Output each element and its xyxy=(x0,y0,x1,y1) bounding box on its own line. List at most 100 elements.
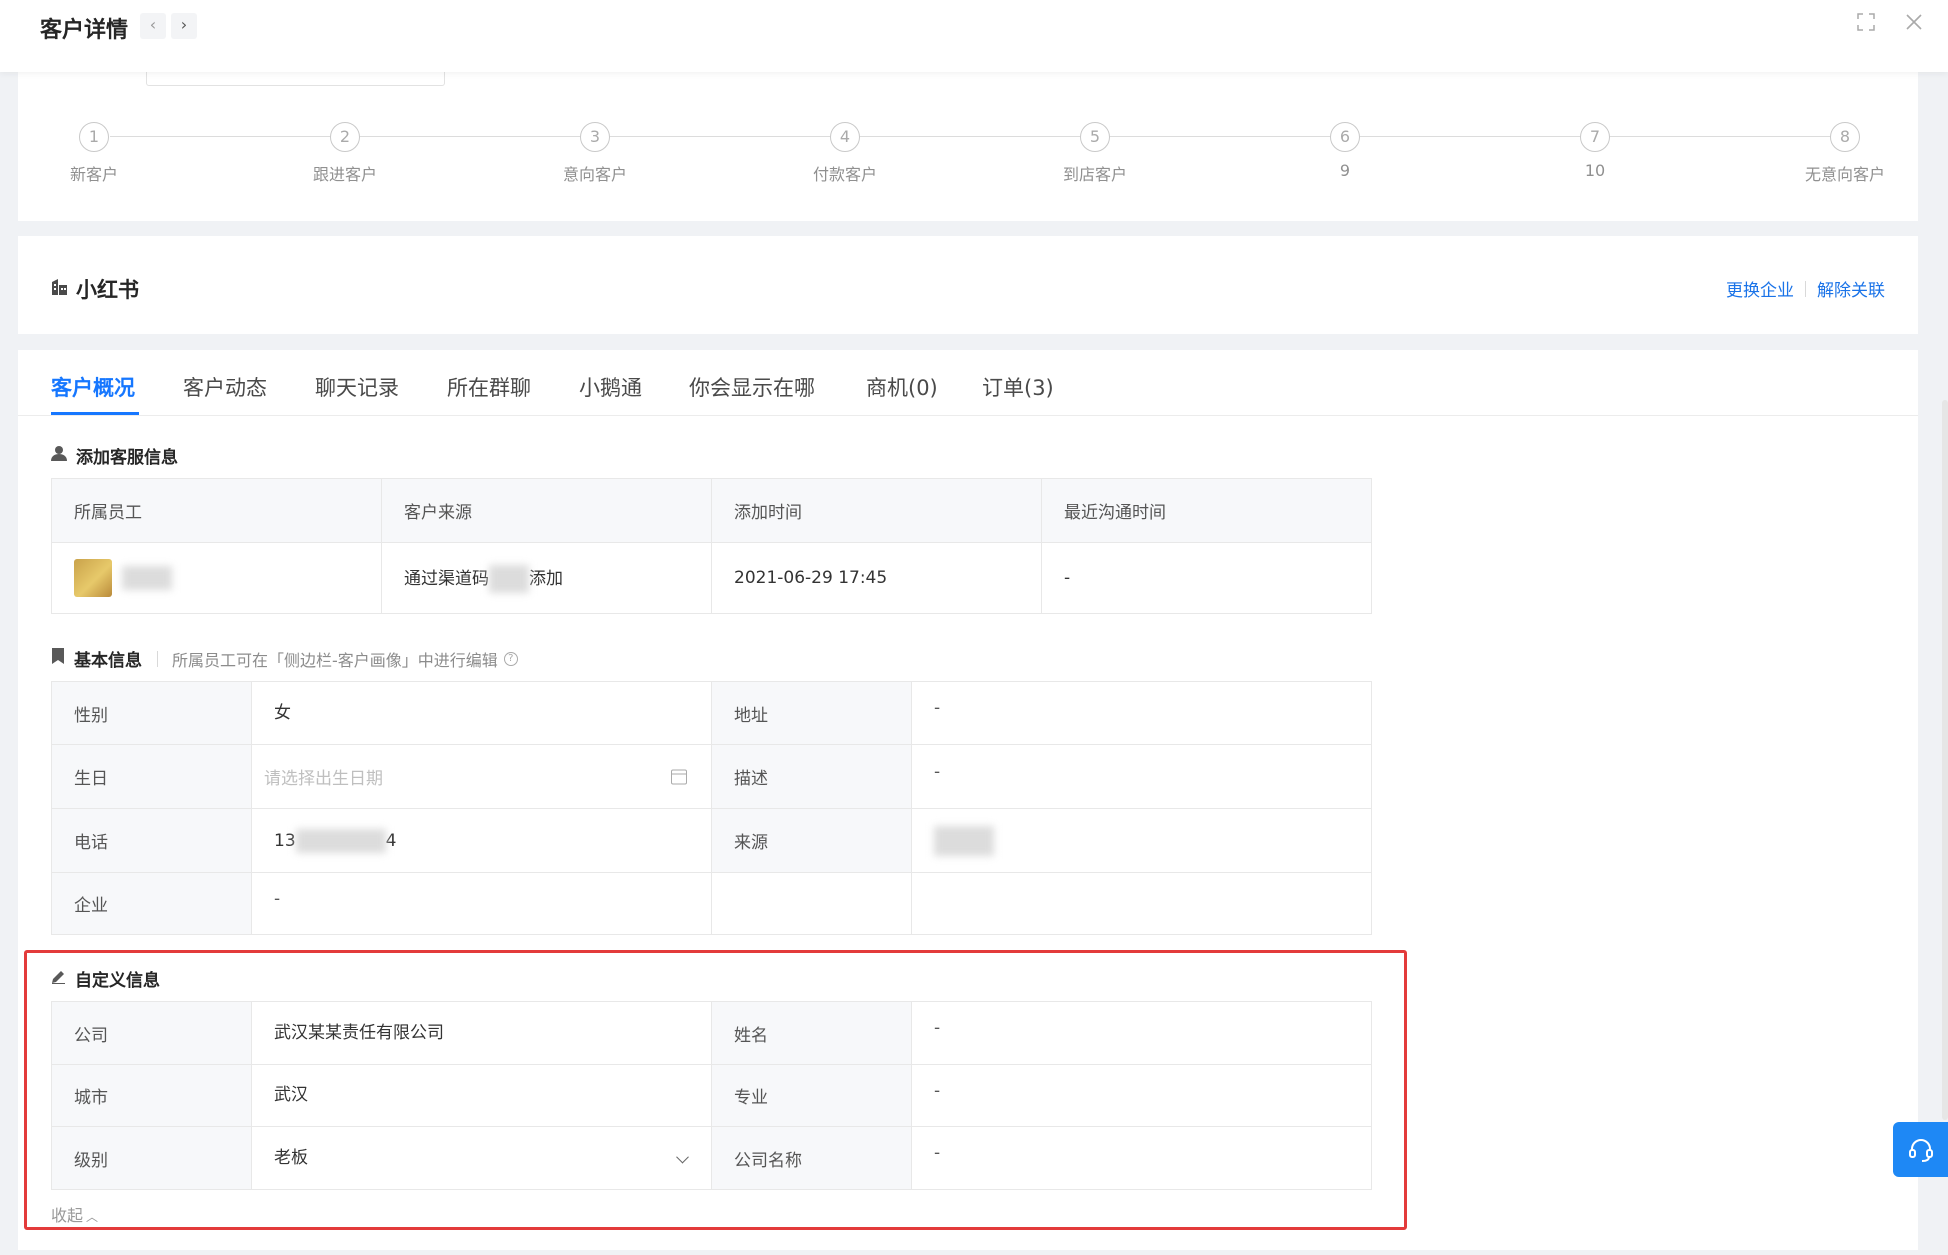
step-label: 10 xyxy=(1584,161,1606,180)
birthday-datepicker[interactable]: 请选择出生日期 xyxy=(251,744,712,809)
company-actions: 更换企业 解除关联 xyxy=(1726,276,1885,301)
phone-value[interactable]: 13 4 xyxy=(251,808,712,873)
stage-step[interactable]: 69 xyxy=(1265,122,1425,180)
unlink-company-link[interactable]: 解除关联 xyxy=(1817,276,1885,301)
column-header: 客户来源 xyxy=(381,478,712,543)
active-tab-indicator xyxy=(51,412,139,415)
custom-info-table: 公司 武汉某某责任有限公司 姓名 - 城市 武汉 专业 - 级别 老板 公司名称… xyxy=(51,1001,1372,1190)
stage-step[interactable]: 4 付款客户 xyxy=(765,122,925,185)
tab[interactable]: 客户概况 xyxy=(51,372,135,402)
close-icon[interactable] xyxy=(1901,12,1927,38)
custom-company-label: 公司 xyxy=(51,1001,252,1065)
basic-info-note: 所属员工可在「侧边栏-客户画像」中进行编辑 ? xyxy=(151,647,518,671)
blurred-phone xyxy=(295,828,386,853)
step-number: 1 xyxy=(79,122,109,152)
custom-info-heading: 自定义信息 xyxy=(51,966,160,991)
custom-level-label: 级别 xyxy=(51,1126,252,1190)
tab-divider xyxy=(18,415,1918,416)
partial-input xyxy=(146,72,445,86)
employee-cell xyxy=(51,542,382,614)
tab[interactable]: 所在群聊 xyxy=(447,372,531,402)
stage-step[interactable]: 1 新客户 xyxy=(14,122,174,185)
building-icon xyxy=(51,277,68,301)
tab[interactable]: 商机(0) xyxy=(866,372,938,402)
expand-icon[interactable] xyxy=(1853,12,1879,38)
address-value[interactable]: - xyxy=(911,681,1372,745)
company-label: 企业 xyxy=(51,872,252,935)
collapse-button[interactable]: 收起 ︿ xyxy=(51,1202,98,1226)
added-time-cell: 2021-06-29 17:45 xyxy=(711,542,1042,614)
basic-info-table: 性别 女 地址 - 生日 请选择出生日期 描述 - 电话 13 4 来源 企业 - xyxy=(51,681,1372,935)
tab[interactable]: 客户动态 xyxy=(183,372,267,402)
custom-city-value[interactable]: 武汉 xyxy=(251,1064,712,1127)
change-company-link[interactable]: 更换企业 xyxy=(1726,276,1794,301)
step-number: 3 xyxy=(580,122,610,152)
scrollbar[interactable] xyxy=(1942,400,1948,1120)
step-number: 5 xyxy=(1080,122,1110,152)
calendar-icon[interactable] xyxy=(671,769,687,784)
custom-major-label: 专业 xyxy=(711,1064,912,1127)
level-select[interactable]: 老板 xyxy=(251,1126,712,1190)
stage-step[interactable]: 8 无意向客户 xyxy=(1765,122,1925,185)
blurred-channel-name xyxy=(489,564,529,593)
custom-major-value[interactable]: - xyxy=(911,1064,1372,1127)
phone-label: 电话 xyxy=(51,808,252,873)
gender-value[interactable]: 女 xyxy=(251,681,712,745)
birthday-label: 生日 xyxy=(51,744,252,809)
step-label: 无意向客户 xyxy=(1804,165,1885,184)
tab[interactable]: 你会显示在哪 xyxy=(689,372,815,402)
stage-step[interactable]: 5 到店客户 xyxy=(1015,122,1175,185)
step-label: 付款客户 xyxy=(812,165,877,184)
last-contact-cell: - xyxy=(1041,542,1372,614)
help-icon[interactable]: ? xyxy=(503,651,518,666)
stage-step[interactable]: 3 意向客户 xyxy=(515,122,675,185)
step-number: 8 xyxy=(1830,122,1860,152)
bookmark-icon xyxy=(51,648,65,669)
stage-step[interactable]: 2 跟进客户 xyxy=(265,122,425,185)
column-header: 所属员工 xyxy=(51,478,382,543)
step-label: 新客户 xyxy=(69,165,118,184)
step-number: 7 xyxy=(1580,122,1610,152)
gender-label: 性别 xyxy=(51,681,252,745)
chevron-down-icon[interactable] xyxy=(676,1150,689,1164)
step-number: 2 xyxy=(330,122,360,152)
tab[interactable]: 订单(3) xyxy=(982,372,1054,402)
origin-label: 来源 xyxy=(711,808,912,873)
tab[interactable]: 聊天记录 xyxy=(315,372,399,402)
chevron-right-icon[interactable]: › xyxy=(171,13,197,39)
custom-name-value[interactable]: - xyxy=(911,1001,1372,1065)
blurred-origin xyxy=(934,825,994,856)
source-cell: 通过渠道码 添加 xyxy=(381,542,712,614)
column-header: 添加时间 xyxy=(711,478,1042,543)
chevron-left-icon[interactable]: ‹ xyxy=(140,13,166,39)
page-title: 客户详情 xyxy=(40,18,129,43)
tab[interactable]: 小鹅通 xyxy=(579,372,642,402)
chevron-up-icon: ︿ xyxy=(86,1210,99,1224)
empty-cell xyxy=(911,872,1372,935)
step-label: 9 xyxy=(1339,161,1351,180)
step-number: 4 xyxy=(830,122,860,152)
edit-icon xyxy=(51,969,66,989)
custom-company-value[interactable]: 武汉某某责任有限公司 xyxy=(251,1001,712,1065)
company-value[interactable]: - xyxy=(251,872,712,935)
service-info-table: 所属员工 客户来源 添加时间 最近沟通时间 通过渠道码 添加 2021-06-29… xyxy=(51,478,1372,614)
description-value[interactable]: - xyxy=(911,744,1372,809)
custom-company-name-value[interactable]: - xyxy=(911,1126,1372,1190)
customer-service-button[interactable] xyxy=(1893,1122,1948,1177)
blurred-employee-name xyxy=(122,566,172,590)
stage-step[interactable]: 7 10 xyxy=(1515,122,1675,180)
user-icon xyxy=(51,445,67,466)
column-header: 最近沟通时间 xyxy=(1041,478,1372,543)
basic-info-heading: 基本信息 所属员工可在「侧边栏-客户画像」中进行编辑 ? xyxy=(51,646,518,671)
customer-service-icon xyxy=(1909,1139,1933,1162)
address-label: 地址 xyxy=(711,681,912,745)
custom-city-label: 城市 xyxy=(51,1064,252,1127)
company-card xyxy=(18,236,1918,334)
avatar[interactable] xyxy=(74,559,112,597)
origin-value[interactable] xyxy=(911,808,1372,873)
custom-name-label: 姓名 xyxy=(711,1001,912,1065)
custom-company-name-label: 公司名称 xyxy=(711,1126,912,1190)
service-info-heading: 添加客服信息 xyxy=(51,443,178,468)
divider xyxy=(1805,280,1806,297)
page-header: 客户详情 ‹ › xyxy=(0,0,1948,72)
